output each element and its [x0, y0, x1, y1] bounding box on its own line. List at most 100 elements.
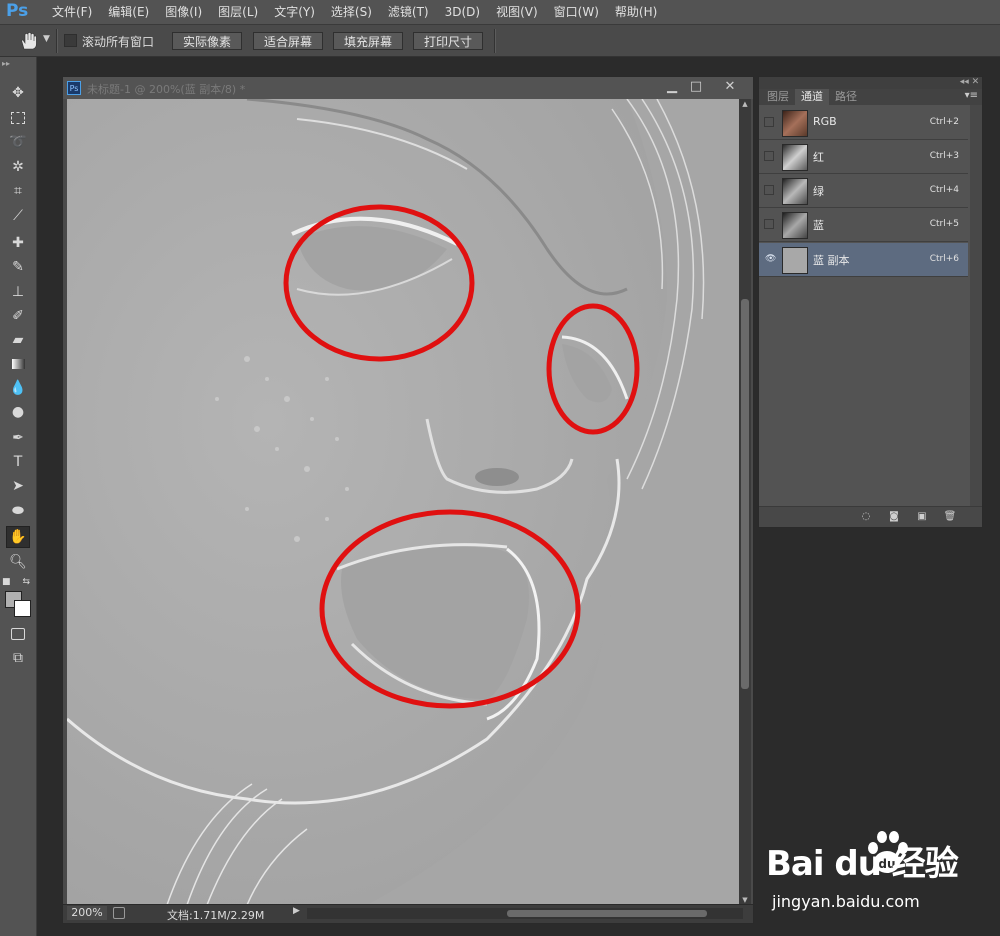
- tab-paths[interactable]: 路径: [829, 89, 863, 105]
- menu-view[interactable]: 视图(V): [488, 0, 546, 24]
- channel-name: 蓝: [813, 219, 824, 232]
- visibility-toggle[interactable]: [764, 151, 774, 161]
- channel-shortcut: Ctrl+4: [929, 185, 959, 195]
- magic-wand-tool-icon[interactable]: ✲: [6, 156, 30, 178]
- horizontal-scroll-thumb[interactable]: [507, 910, 707, 917]
- menu-file[interactable]: 文件(F): [44, 0, 100, 24]
- blur-tool-icon[interactable]: 💧: [6, 377, 30, 399]
- panel-footer: ◌ ◙ ▣ 🗑︎: [759, 506, 982, 527]
- new-channel-icon[interactable]: ▣: [915, 510, 929, 523]
- panel-grip-icon[interactable]: ▸▸: [2, 59, 34, 68]
- zoom-tool-icon[interactable]: 🔍︎: [6, 551, 30, 573]
- channel-thumbnail: [782, 247, 808, 274]
- menu-type[interactable]: 文字(Y): [266, 0, 323, 24]
- maximize-icon[interactable]: □: [687, 79, 705, 95]
- zoom-level-field[interactable]: 200%: [67, 906, 107, 920]
- vertical-scrollbar[interactable]: ▲ ▼: [739, 99, 751, 905]
- channel-shortcut: Ctrl+6: [929, 254, 959, 264]
- document-title-bar[interactable]: Ps 未标题-1 @ 200%(蓝 副本/8) * ▁ □ ✕: [63, 77, 753, 99]
- scroll-all-windows-label: 滚动所有窗口: [82, 35, 155, 49]
- panel-scrollbar[interactable]: [970, 105, 982, 509]
- fit-screen-button[interactable]: 适合屏幕: [253, 32, 323, 50]
- eye-icon[interactable]: 👁︎: [764, 254, 776, 264]
- quick-mask-icon[interactable]: [6, 623, 30, 645]
- status-menu-arrow-icon[interactable]: ▶: [293, 906, 300, 916]
- panel-tabs: 图层 通道 路径 ▾≡: [759, 89, 982, 105]
- move-tool-icon[interactable]: ✥: [6, 82, 30, 104]
- crop-tool-icon[interactable]: ⌗: [6, 180, 30, 202]
- channel-row-blue-copy[interactable]: 👁︎ 蓝 副本 Ctrl+6: [759, 243, 968, 277]
- tool-preset-dropdown-icon[interactable]: ▼: [43, 34, 50, 44]
- tab-layers[interactable]: 图层: [761, 89, 795, 105]
- dodge-tool-icon[interactable]: ●: [6, 401, 30, 423]
- pen-tool-icon[interactable]: ✒: [6, 427, 30, 449]
- actual-pixels-button[interactable]: 实际像素: [172, 32, 242, 50]
- document-window: Ps 未标题-1 @ 200%(蓝 副本/8) * ▁ □ ✕ ▲ ▼ 200%…: [62, 76, 754, 924]
- status-info-icon[interactable]: [113, 907, 125, 919]
- channel-shortcut: Ctrl+2: [929, 117, 959, 127]
- menu-help[interactable]: 帮助(H): [607, 0, 665, 24]
- channel-row-blue[interactable]: 蓝 Ctrl+5: [759, 208, 968, 242]
- menu-edit[interactable]: 编辑(E): [100, 0, 157, 24]
- channel-row-red[interactable]: 红 Ctrl+3: [759, 140, 968, 174]
- menu-image[interactable]: 图像(I): [157, 0, 210, 24]
- default-colors-icon[interactable]: ■ ⇆: [2, 571, 30, 593]
- history-brush-tool-icon[interactable]: ✐: [6, 305, 30, 327]
- watermark-logo-text: Bai du 经验: [766, 844, 959, 884]
- close-icon[interactable]: ✕: [721, 79, 739, 95]
- channel-thumbnail: [782, 212, 808, 239]
- print-size-button[interactable]: 打印尺寸: [413, 32, 483, 50]
- type-tool-icon[interactable]: T: [6, 451, 30, 473]
- channel-thumbnail: [782, 178, 808, 205]
- hand-tool-icon[interactable]: ✋: [6, 526, 30, 548]
- scroll-all-windows-checkbox[interactable]: [64, 34, 77, 47]
- hand-tool-icon[interactable]: [18, 31, 40, 51]
- menu-bar: Ps 文件(F) 编辑(E) 图像(I) 图层(L) 文字(Y) 选择(S) 滤…: [0, 0, 1000, 25]
- channel-shortcut: Ctrl+5: [929, 219, 959, 229]
- horizontal-scrollbar[interactable]: [307, 908, 743, 919]
- marquee-tool-icon[interactable]: [6, 107, 30, 129]
- menu-select[interactable]: 选择(S): [323, 0, 380, 24]
- channel-name: 红: [813, 151, 824, 164]
- load-channel-as-selection-icon[interactable]: ◌: [859, 510, 873, 523]
- menu-window[interactable]: 窗口(W): [546, 0, 607, 24]
- screen-mode-icon[interactable]: ⧉: [6, 647, 30, 669]
- background-color-swatch[interactable]: [14, 600, 31, 617]
- save-selection-as-channel-icon[interactable]: ◙: [887, 510, 901, 523]
- minimize-icon[interactable]: ▁: [663, 79, 681, 95]
- document-title: 未标题-1 @ 200%(蓝 副本/8) *: [87, 83, 246, 96]
- gradient-tool-icon[interactable]: [6, 353, 30, 375]
- photoshop-logo: Ps: [6, 1, 29, 21]
- eraser-tool-icon[interactable]: ▰: [6, 329, 30, 351]
- channel-thumbnail: [782, 110, 808, 137]
- ellipse-tool-icon[interactable]: ⬬: [6, 500, 30, 522]
- channel-shortcut: Ctrl+3: [929, 151, 959, 161]
- document-size-info: 文档:1.71M/2.29M: [167, 909, 265, 922]
- channel-thumbnail: [782, 144, 808, 171]
- vertical-scroll-thumb[interactable]: [741, 299, 749, 689]
- eyedropper-tool-icon[interactable]: ⟋: [6, 205, 30, 227]
- channel-name: 蓝 副本: [813, 254, 850, 267]
- channel-row-green[interactable]: 绿 Ctrl+4: [759, 174, 968, 208]
- clone-stamp-tool-icon[interactable]: ⊥: [6, 281, 30, 303]
- menu-filter[interactable]: 滤镜(T): [380, 0, 437, 24]
- channel-row-rgb[interactable]: RGB Ctrl+2: [759, 106, 968, 140]
- menu-3d[interactable]: 3D(D): [437, 0, 488, 24]
- image-canvas[interactable]: [67, 99, 739, 905]
- lasso-tool-icon[interactable]: ➰: [6, 131, 30, 153]
- spot-healing-tool-icon[interactable]: ✚: [6, 232, 30, 254]
- menu-layer[interactable]: 图层(L): [210, 0, 266, 24]
- panel-collapse-bar[interactable]: ◂◂ ✕: [759, 77, 982, 89]
- delete-channel-icon[interactable]: 🗑︎: [943, 510, 957, 523]
- visibility-toggle[interactable]: [764, 117, 774, 127]
- visibility-toggle[interactable]: [764, 185, 774, 195]
- fill-screen-button[interactable]: 填充屏幕: [333, 32, 403, 50]
- path-selection-tool-icon[interactable]: ➤: [6, 475, 30, 497]
- menu-list: 文件(F) 编辑(E) 图像(I) 图层(L) 文字(Y) 选择(S) 滤镜(T…: [44, 0, 665, 24]
- scroll-up-icon[interactable]: ▲: [739, 99, 751, 109]
- ps-document-icon: Ps: [67, 81, 81, 95]
- tab-channels[interactable]: 通道: [795, 89, 829, 105]
- panel-menu-icon[interactable]: ▾≡: [965, 90, 978, 101]
- visibility-toggle[interactable]: [764, 219, 774, 229]
- brush-tool-icon[interactable]: ✎: [6, 256, 30, 278]
